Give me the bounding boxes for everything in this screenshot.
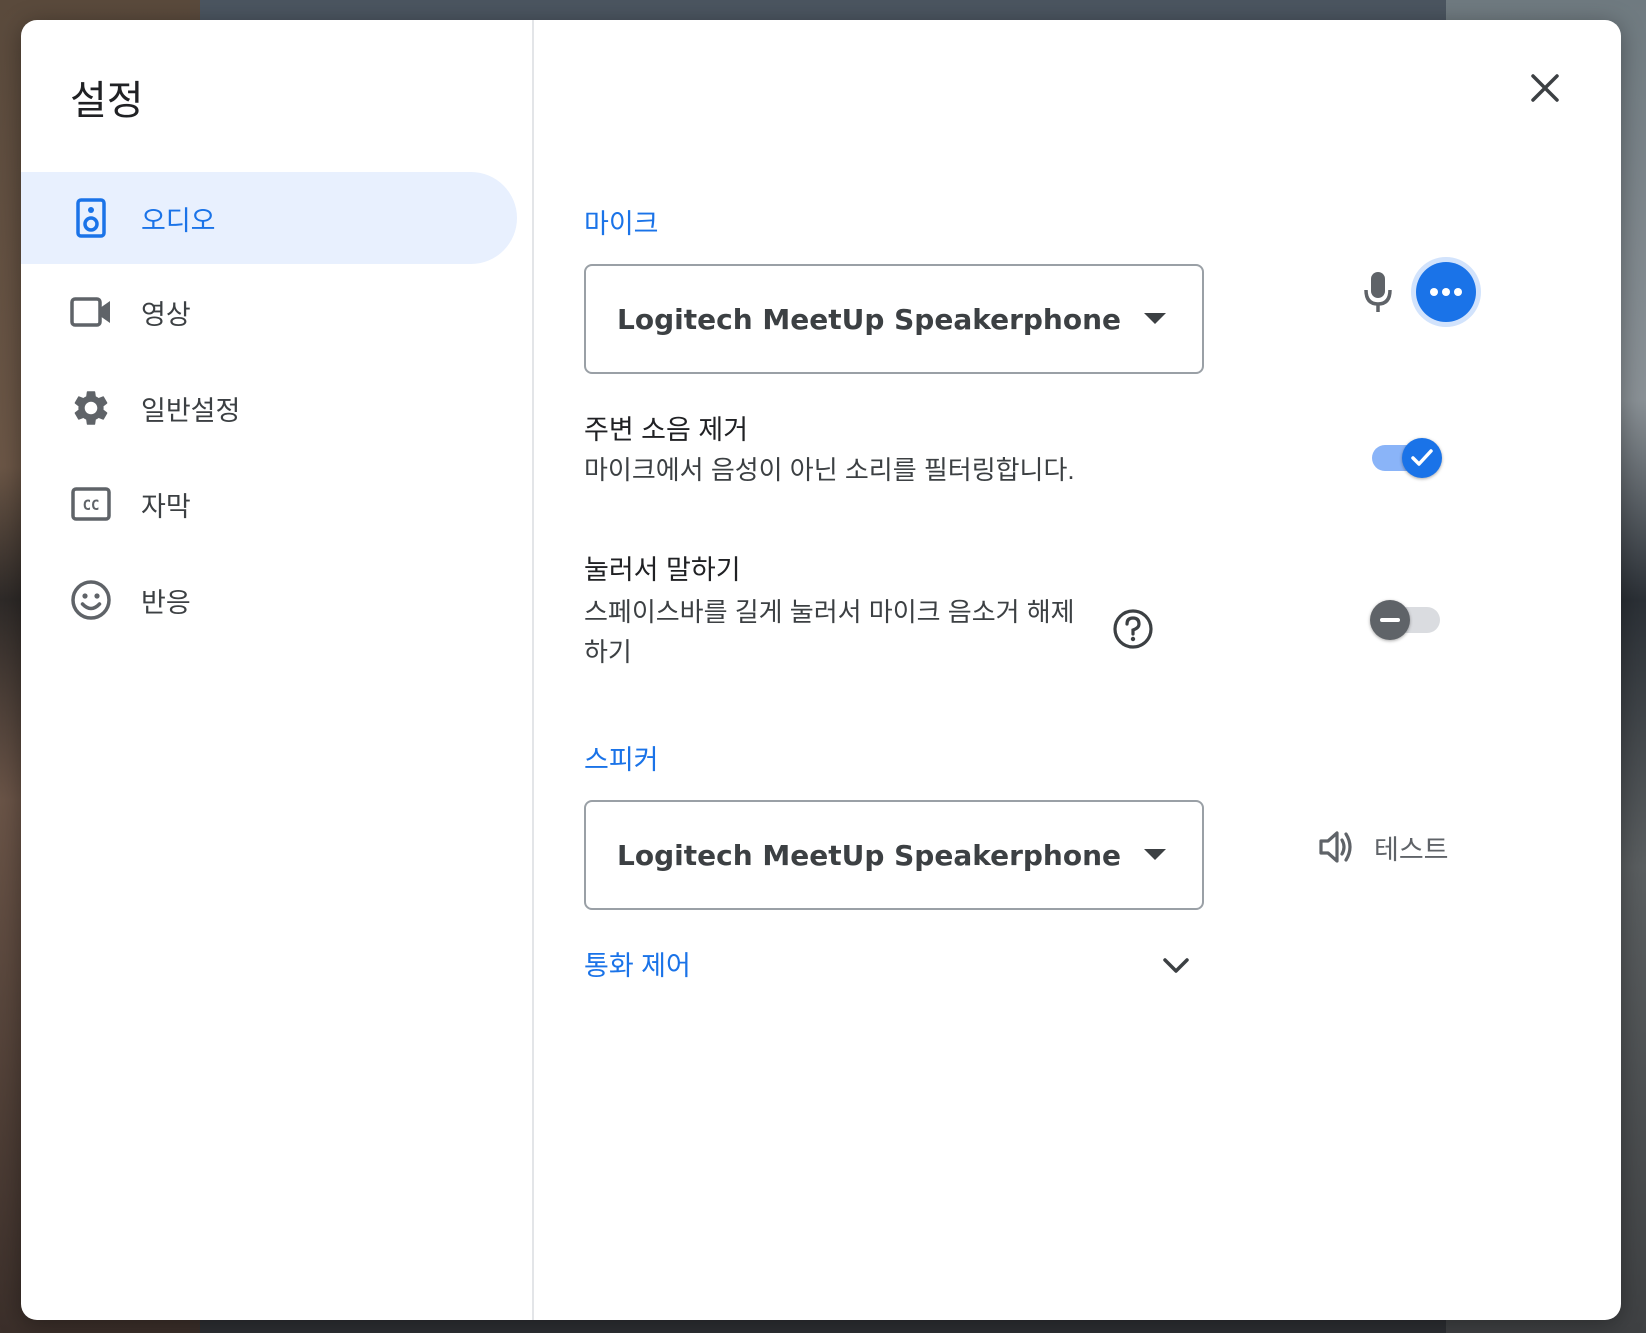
- push-to-talk-description-line: 하기: [584, 637, 632, 667]
- more-horizontal-icon: [1430, 288, 1462, 296]
- settings-sidebar: 설정 오디오 영상 일반설정 CC 자막 반응: [21, 20, 534, 1320]
- speaker-test-button[interactable]: 테스트: [1318, 820, 1449, 874]
- nav-item-captions[interactable]: CC 자막: [21, 456, 517, 552]
- test-label: 테스트: [1374, 834, 1449, 865]
- call-control-label: 통화 제어: [584, 951, 691, 981]
- mic-select[interactable]: Logitech MeetUp Speakerphone: [584, 264, 1204, 374]
- dialog-title: 설정: [70, 79, 144, 123]
- videocam-icon: [70, 291, 112, 333]
- noise-cancel-description: 마이크에서 음성이 아닌 소리를 필터링합니다.: [584, 455, 1075, 485]
- nav-item-label: 자막: [141, 491, 191, 522]
- noise-cancel-title: 주변 소음 제거: [584, 415, 749, 445]
- dropdown-arrow-icon: [1144, 313, 1166, 324]
- nav-item-general[interactable]: 일반설정: [21, 360, 517, 456]
- nav-item-label: 오디오: [141, 205, 216, 236]
- closed-caption-icon: CC: [70, 483, 112, 525]
- nav-item-label: 영상: [141, 299, 191, 330]
- call-control-expander[interactable]: 통화 제어: [584, 944, 1204, 994]
- close-button[interactable]: [1521, 64, 1569, 112]
- audio-settings-panel: 마이크 Logitech MeetUp Speakerphone 주변 소음 제…: [534, 20, 1621, 1320]
- speaker-section-label: 스피커: [584, 745, 659, 775]
- mic-more-options-button[interactable]: [1416, 262, 1476, 322]
- toggle-thumb: [1370, 600, 1410, 640]
- chevron-down-icon: [1163, 958, 1189, 973]
- mic-section-label: 마이크: [584, 209, 659, 239]
- push-to-talk-description-line: 스페이스바를 길게 눌러서 마이크 음소거 해제: [584, 597, 1075, 627]
- speaker-select[interactable]: Logitech MeetUp Speakerphone: [584, 800, 1204, 910]
- settings-nav: 오디오 영상 일반설정 CC 자막 반응: [21, 172, 517, 648]
- toggle-thumb: [1402, 438, 1442, 478]
- push-to-talk-toggle[interactable]: [1370, 600, 1442, 640]
- nav-item-label: 반응: [141, 587, 191, 618]
- speaker-select-value: Logitech MeetUp Speakerphone: [617, 838, 1122, 872]
- minus-icon: [1380, 618, 1400, 622]
- help-icon[interactable]: [1112, 608, 1154, 650]
- speaker-icon: [70, 197, 112, 239]
- nav-item-audio[interactable]: 오디오: [21, 172, 517, 264]
- settings-dialog: 설정 오디오 영상 일반설정 CC 자막 반응 마이크 Logitech Mee…: [21, 20, 1621, 1320]
- push-to-talk-title: 눌러서 말하기: [584, 555, 741, 585]
- noise-cancel-toggle[interactable]: [1370, 438, 1442, 478]
- nav-item-label: 일반설정: [141, 395, 241, 426]
- volume-icon: [1319, 831, 1352, 863]
- gear-icon: [70, 387, 112, 429]
- svg-text:CC: CC: [83, 498, 100, 514]
- mic-select-value: Logitech MeetUp Speakerphone: [617, 302, 1122, 336]
- check-icon: [1411, 449, 1433, 466]
- nav-item-reactions[interactable]: 반응: [21, 552, 517, 648]
- dropdown-arrow-icon: [1144, 849, 1166, 860]
- microphone-icon: [1354, 268, 1402, 316]
- close-icon: [1531, 74, 1559, 102]
- push-to-talk-description: 스페이스바를 길게 눌러서 마이크 음소거 해제 하기: [584, 592, 1075, 672]
- smiley-icon: [70, 579, 112, 621]
- nav-item-video[interactable]: 영상: [21, 264, 517, 360]
